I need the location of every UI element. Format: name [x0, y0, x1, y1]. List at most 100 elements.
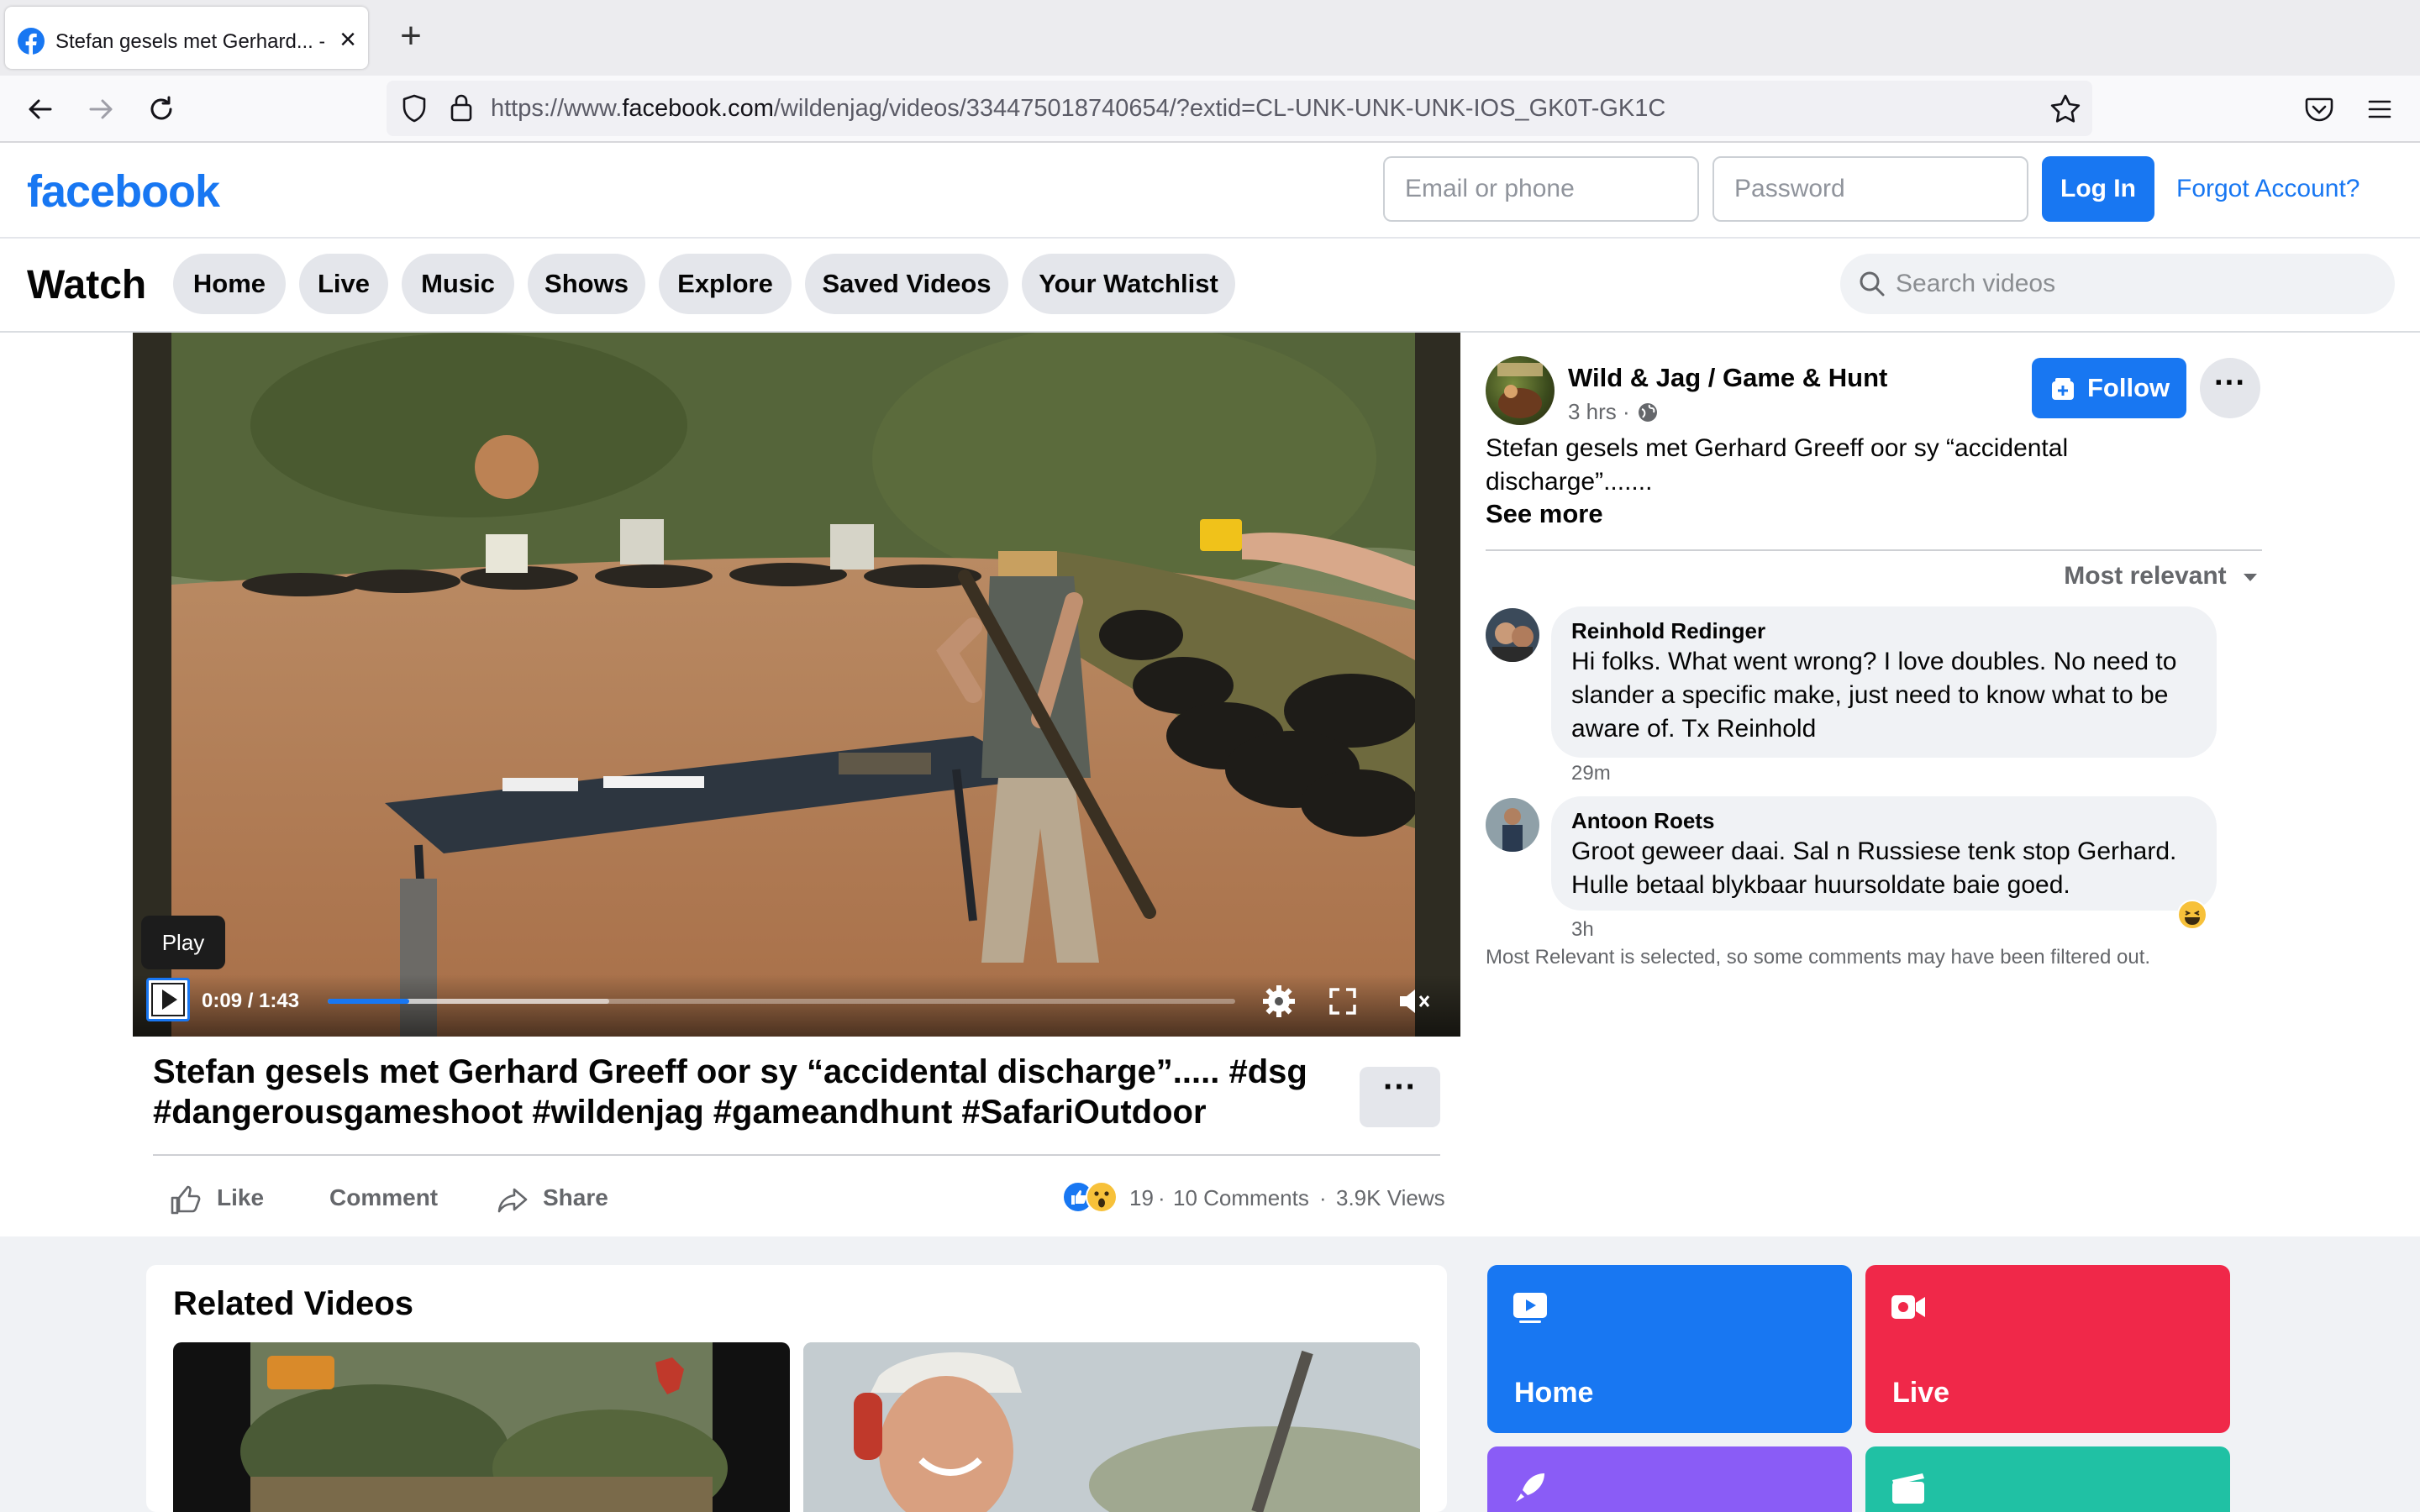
nav-pill-live[interactable]: Live: [299, 254, 388, 314]
played-bar: [328, 999, 410, 1004]
nav-pill-music[interactable]: Music: [402, 254, 514, 314]
video-frame: [133, 333, 1460, 1037]
mute-volume-icon[interactable]: [1395, 983, 1432, 1020]
video-more-button[interactable]: ···: [1360, 1067, 1440, 1127]
see-more-link[interactable]: See more: [1486, 497, 1603, 531]
comment-time[interactable]: 3h: [1571, 916, 1594, 944]
comments-count[interactable]: 10 Comments: [1173, 1173, 1309, 1223]
sort-label: Most relevant: [2064, 562, 2227, 590]
page-more-button[interactable]: ···: [2200, 358, 2260, 418]
menu-hamburger-icon[interactable]: [2361, 91, 2398, 128]
email-field[interactable]: [1383, 156, 1699, 222]
login-button[interactable]: Log In: [2042, 156, 2154, 222]
facebook-favicon-icon: [18, 28, 45, 55]
engagement-stats: 19 · 10 Comments · 3.9K Views: [1062, 1173, 1445, 1223]
related-videos-title: Related Videos: [173, 1285, 414, 1322]
play-button[interactable]: [146, 978, 190, 1021]
related-video-thumbnail[interactable]: [803, 1342, 1420, 1512]
video-play-icon: [1513, 1293, 1547, 1323]
divider: [1486, 549, 2262, 551]
follow-page-icon: [2052, 378, 2074, 400]
url-path: /wildenjag/videos/334475018740654/?extid…: [773, 95, 1666, 122]
haha-reaction-icon[interactable]: [2176, 899, 2208, 931]
nav-pill-explore[interactable]: Explore: [659, 254, 792, 314]
page-avatar-image: [1497, 363, 1543, 418]
back-arrow-icon[interactable]: [22, 91, 59, 128]
browser-tab[interactable]: Stefan gesels met Gerhard... - W ×: [5, 7, 368, 69]
play-icon: [151, 983, 185, 1016]
comment-time[interactable]: 29m: [1571, 759, 1611, 788]
commenter-name[interactable]: Antoon Roets: [1571, 806, 1714, 835]
post-time[interactable]: 3 hrs ·: [1568, 396, 1630, 427]
comment-sort-dropdown[interactable]: Most relevant: [2017, 558, 2260, 595]
avatar-image: [1486, 608, 1539, 662]
lock-icon[interactable]: [445, 91, 477, 124]
filter-note: Most Relevant is selected, so some comme…: [1486, 946, 2151, 969]
comment-text: Hi folks. What went wrong? I love double…: [1571, 648, 2177, 743]
search-input[interactable]: [1896, 257, 2383, 311]
url-text[interactable]: https://www.facebook.com/wildenjag/video…: [491, 87, 2020, 129]
settings-gear-icon[interactable]: [1260, 983, 1297, 1020]
comment-text: Groot geweer daai. Sal n Russiese tenk s…: [1571, 837, 2177, 899]
thumbnail-image: [803, 1342, 1420, 1512]
play-tooltip: Play: [141, 916, 225, 969]
shield-icon[interactable]: [398, 92, 430, 124]
clapperboard-icon: [1892, 1473, 1924, 1504]
tile-explore[interactable]: [1487, 1446, 1852, 1512]
video-title: Stefan gesels met Gerhard Greeff oor sy …: [153, 1053, 1307, 1131]
thumbnail-image: [240, 1342, 728, 1512]
fullscreen-icon[interactable]: [1324, 983, 1361, 1020]
tile-home[interactable]: Home: [1487, 1265, 1852, 1433]
views-count: 3.9K Views: [1336, 1185, 1445, 1210]
nav-pill-home[interactable]: Home: [173, 254, 286, 314]
search-icon: [1860, 271, 1885, 297]
url-domain: facebook.com: [622, 95, 774, 122]
reaction-count[interactable]: 19: [1129, 1173, 1154, 1223]
video-player[interactable]: [133, 333, 1460, 1037]
pocket-icon[interactable]: [2301, 91, 2338, 128]
bookmark-star-icon[interactable]: [2047, 91, 2084, 128]
share-button[interactable]: Share: [496, 1173, 622, 1223]
url-prefix: https://www.: [491, 95, 623, 122]
caret-down-icon: [2244, 574, 2257, 582]
new-tab-icon[interactable]: +: [392, 18, 430, 57]
follow-button[interactable]: Follow: [2032, 358, 2186, 418]
forward-arrow-icon[interactable]: [82, 91, 119, 128]
divider: [153, 1154, 1440, 1156]
follow-label: Follow: [2087, 373, 2170, 402]
avatar-image: [1486, 798, 1539, 852]
share-label: Share: [543, 1184, 608, 1210]
nav-pill-your-watchlist[interactable]: Your Watchlist: [1022, 254, 1235, 314]
nav-pill-shows[interactable]: Shows: [528, 254, 645, 314]
wow-reaction-icon: [1086, 1181, 1118, 1213]
reload-icon[interactable]: [143, 91, 180, 128]
thumbs-up-icon: [171, 1185, 201, 1215]
tile-live-label: Live: [1892, 1377, 1950, 1409]
page-title: Watch: [27, 263, 147, 307]
page-name[interactable]: Wild & Jag / Game & Hunt: [1568, 360, 1887, 396]
forgot-account-link[interactable]: Forgot Account?: [2176, 156, 2360, 222]
tab-title: Stefan gesels met Gerhard... - W: [55, 30, 324, 53]
tile-shows[interactable]: [1865, 1446, 2230, 1512]
tile-live[interactable]: Live: [1865, 1265, 2230, 1433]
nav-pill-saved-videos[interactable]: Saved Videos: [805, 254, 1008, 314]
comment-label: Comment: [329, 1184, 439, 1210]
live-camera-icon: [1891, 1295, 1925, 1319]
like-button[interactable]: Like: [168, 1173, 277, 1223]
facebook-logo[interactable]: facebook: [27, 158, 220, 225]
post-text: Stefan gesels met Gerhard Greeff oor sy …: [1486, 434, 2069, 496]
tab-close-icon[interactable]: ×: [333, 25, 363, 55]
like-label: Like: [217, 1184, 265, 1210]
password-field[interactable]: [1712, 156, 2028, 222]
related-video-thumbnail[interactable]: [173, 1342, 790, 1512]
commenter-name[interactable]: Reinhold Redinger: [1571, 617, 1765, 645]
progress-bar[interactable]: [328, 999, 1235, 1004]
comment-button[interactable]: Comment: [328, 1173, 445, 1223]
commenter-avatar[interactable]: [1486, 608, 1539, 662]
stats-separator: ·: [1319, 1185, 1327, 1210]
rocket-icon: [1516, 1473, 1544, 1502]
page-avatar[interactable]: [1486, 356, 1555, 425]
commenter-avatar[interactable]: [1486, 798, 1539, 852]
video-time: 0:09 / 1:43: [202, 990, 300, 1012]
tile-home-label: Home: [1514, 1377, 1594, 1409]
